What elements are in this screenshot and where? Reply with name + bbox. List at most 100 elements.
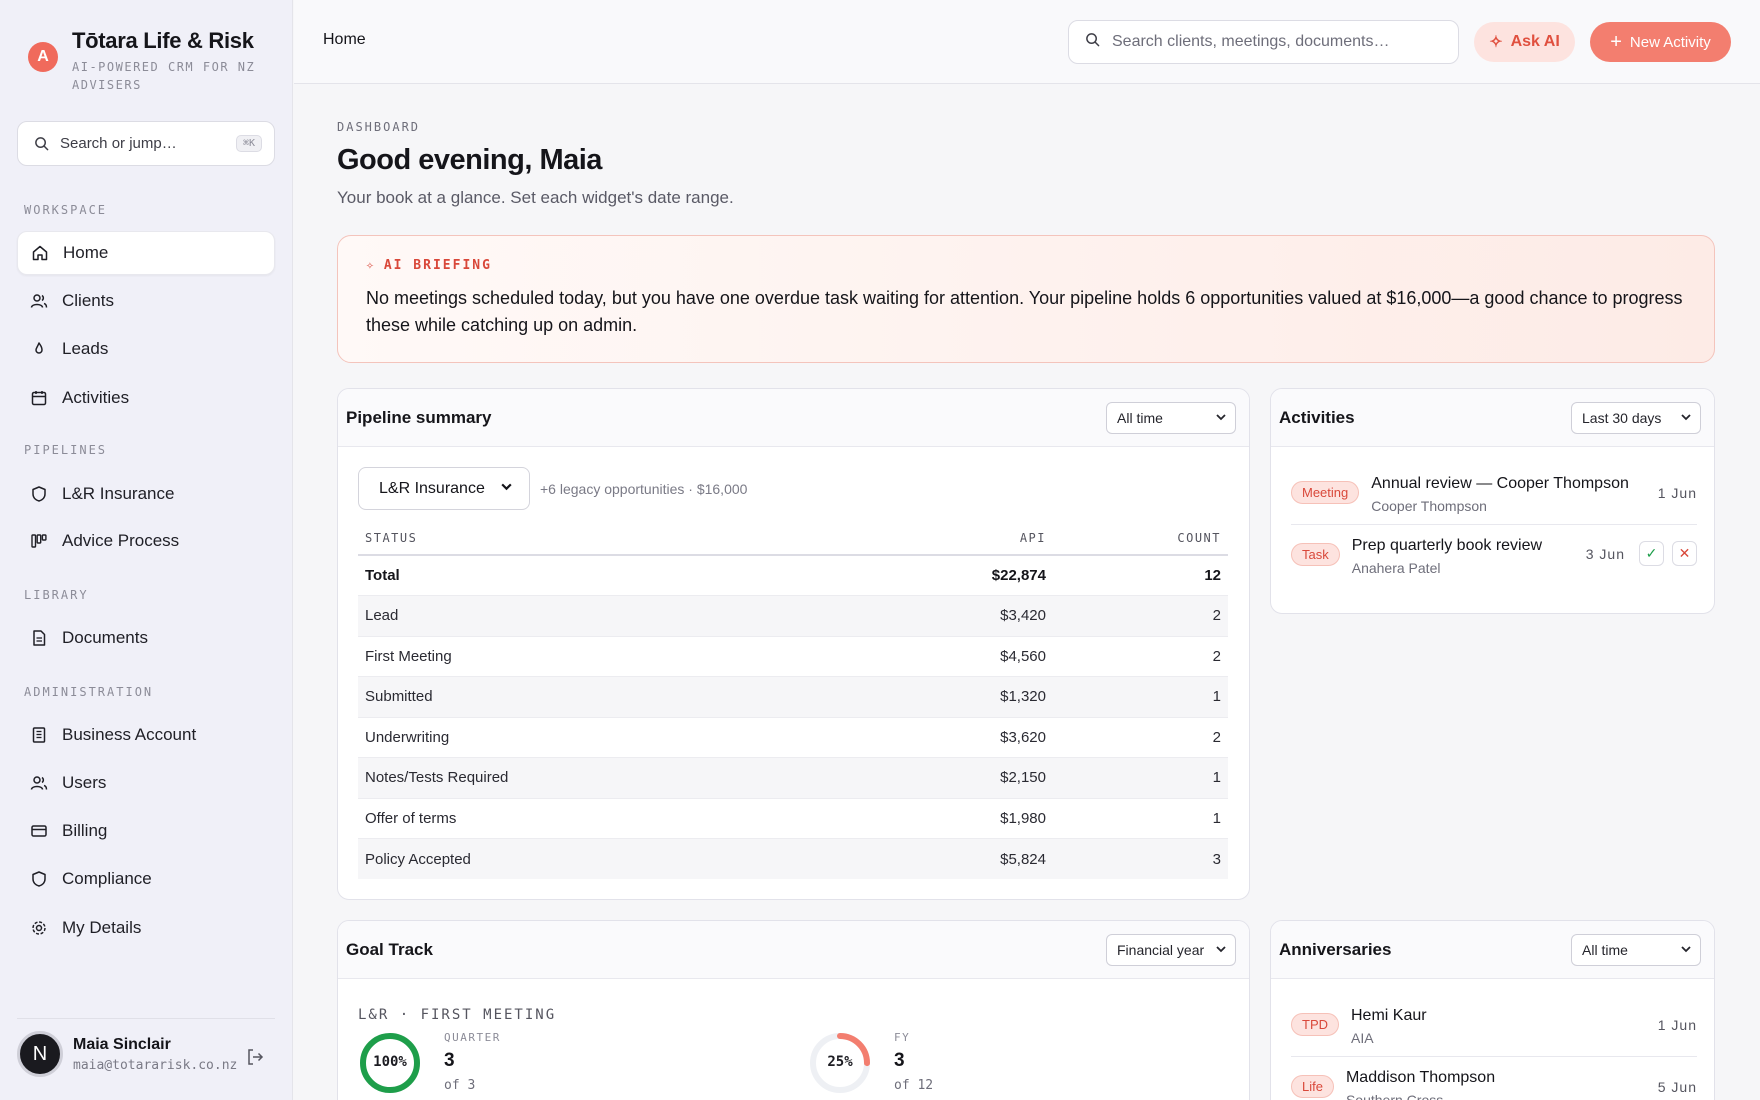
sidebar-item-home[interactable]: Home — [17, 231, 275, 275]
table-row[interactable]: Submitted $1,320 1 — [358, 676, 1228, 718]
sidebar-item-clients[interactable]: Clients — [17, 279, 275, 323]
activities-range-select[interactable]: Last 30 days — [1571, 401, 1701, 434]
cell-api: $5,824 — [842, 838, 1053, 879]
global-search-placeholder: Search clients, meetings, documents… — [1112, 33, 1390, 50]
activity-item[interactable]: Meeting Annual review — Cooper Thompson … — [1291, 475, 1697, 525]
global-search[interactable]: Search clients, meetings, documents… — [1068, 20, 1459, 64]
cell-count: 12 — [1053, 555, 1228, 596]
close-icon: ✕ — [1678, 545, 1691, 561]
cell-status: Policy Accepted — [358, 838, 843, 879]
cell-count: 1 — [1053, 676, 1228, 718]
complete-button[interactable]: ✓ — [1639, 541, 1664, 566]
anniversary-item[interactable]: TPD Hemi Kaur AIA 1 Jun — [1291, 1007, 1697, 1057]
goal-fy: 25% FY 3 of 12 — [808, 1031, 933, 1095]
users-icon — [30, 292, 48, 310]
activity-item[interactable]: Task Prep quarterly book review Anahera … — [1291, 537, 1697, 587]
sidebar-item-my-details[interactable]: My Details — [17, 906, 275, 950]
quarter-key: QUARTER — [444, 1031, 501, 1044]
pipeline-range-select[interactable]: All time — [1106, 401, 1236, 434]
sidebar-item-users[interactable]: Users — [17, 761, 275, 805]
activity-actions: 3 Jun ✓ ✕ — [1586, 541, 1697, 566]
table-row[interactable]: Policy Accepted $5,824 3 — [358, 838, 1228, 879]
select-value: L&R Insurance — [379, 479, 485, 497]
sidebar-item-label: Advice Process — [62, 531, 180, 550]
logout-icon[interactable] — [245, 1047, 265, 1072]
activity-client: Cooper Thompson — [1371, 498, 1487, 514]
fy-target: of 12 — [894, 1078, 934, 1093]
anniversary-item[interactable]: Life Maddison Thompson Southern Cross 5 … — [1291, 1069, 1697, 1100]
cell-count: 2 — [1053, 595, 1228, 637]
table-row[interactable]: Total $22,874 12 — [358, 555, 1228, 596]
cell-api: $3,420 — [842, 595, 1053, 637]
goal-track-card: Goal Track Financial year L&R · FIRST ME… — [337, 920, 1250, 1100]
search-icon — [32, 135, 50, 153]
cell-api: $3,620 — [842, 717, 1053, 758]
cell-status: Lead — [358, 595, 843, 637]
quarter-value: 3 — [444, 1050, 455, 1071]
sidebar-item-business-account[interactable]: Business Account — [17, 713, 275, 757]
anniversary-date: 1 Jun — [1657, 1017, 1697, 1033]
sidebar-item-label: Users — [62, 773, 107, 792]
building-icon — [30, 726, 48, 744]
user-email: maia@totararisk.co.nz — [73, 1057, 238, 1073]
goal-range-select[interactable]: Financial year — [1106, 933, 1236, 966]
chevron-down-icon — [1215, 942, 1227, 958]
gear-icon — [30, 919, 48, 937]
anniversary-provider: AIA — [1351, 1030, 1374, 1046]
table-row[interactable]: Lead $3,420 2 — [358, 595, 1228, 637]
table-row[interactable]: First Meeting $4,560 2 — [358, 636, 1228, 677]
anniversaries-range-select[interactable]: All time — [1571, 933, 1701, 966]
dismiss-button[interactable]: ✕ — [1672, 541, 1697, 566]
sidebar-item-label: Compliance — [62, 869, 152, 888]
policy-type-badge: TPD — [1291, 1013, 1339, 1036]
sidebar-item-label: Leads — [62, 339, 109, 358]
sidebar-item-label: Activities — [62, 388, 130, 407]
pipeline-table: STATUS API COUNT Total $22,874 12 Lead $… — [358, 521, 1228, 879]
flame-icon — [30, 340, 48, 358]
brand: A Tōtara Life & Risk AI-POWERED CRM FOR … — [28, 28, 262, 94]
sidebar-item-leads[interactable]: Leads — [17, 327, 275, 371]
sidebar-item-label: Documents — [62, 628, 148, 647]
goal-label: L&R · FIRST MEETING — [358, 1007, 557, 1023]
cell-api: $2,150 — [842, 757, 1053, 799]
plus-icon: + — [1610, 31, 1622, 53]
select-value: Last 30 days — [1582, 409, 1662, 426]
breadcrumb[interactable]: Home — [323, 31, 366, 49]
new-activity-button[interactable]: + New Activity — [1590, 22, 1731, 62]
users-icon — [30, 774, 48, 792]
sidebar-item-billing[interactable]: Billing — [17, 809, 275, 853]
table-row[interactable]: Underwriting $3,620 2 — [358, 717, 1228, 758]
sidebar-item-activities[interactable]: Activities — [17, 376, 275, 420]
column-header-status: STATUS — [358, 521, 843, 556]
sidebar-item-compliance[interactable]: Compliance — [17, 857, 275, 901]
table-row[interactable]: Offer of terms $1,980 1 — [358, 798, 1228, 839]
anniversaries-card: Anniversaries All time TPD Hemi Kaur AIA… — [1270, 920, 1715, 1100]
activity-date: 3 Jun — [1585, 545, 1625, 562]
sidebar-item-lr-insurance[interactable]: L&R Insurance — [17, 472, 275, 516]
avatar: N — [17, 1031, 63, 1077]
ask-ai-button[interactable]: ✧ Ask AI — [1474, 22, 1575, 62]
activity-title: Annual review — Cooper Thompson — [1371, 475, 1629, 492]
cell-status: Offer of terms — [358, 798, 843, 839]
cell-api: $4,560 — [842, 636, 1053, 677]
policy-type-badge: Life — [1291, 1075, 1334, 1098]
quarter-target: of 3 — [444, 1078, 476, 1093]
sidebar-item-documents[interactable]: Documents — [17, 616, 275, 660]
sidebar-item-advice-process[interactable]: Advice Process — [17, 519, 275, 563]
table-row[interactable]: Notes/Tests Required $2,150 1 — [358, 757, 1228, 799]
goal-quarter: 100% QUARTER 3 of 3 — [358, 1031, 501, 1095]
activity-title: Prep quarterly book review — [1351, 537, 1543, 554]
sparkle-icon: ✧ — [366, 258, 376, 273]
sidebar-search[interactable]: Search or jump… ⌘K — [17, 121, 275, 166]
select-value: Financial year — [1117, 941, 1205, 958]
cell-count: 2 — [1053, 636, 1228, 677]
ai-briefing-label: ✧ AI BRIEFING — [366, 258, 1686, 273]
pipeline-filter-select[interactable]: L&R Insurance — [358, 467, 530, 510]
new-activity-label: New Activity — [1629, 33, 1711, 51]
card-header: Activities Last 30 days — [1271, 389, 1714, 447]
cell-status: Total — [358, 555, 843, 596]
section-label-workspace: WORKSPACE — [24, 203, 108, 217]
user-profile[interactable]: N Maia Sinclair maia@totararisk.co.nz — [17, 1018, 275, 1077]
card-title: Activities — [1279, 407, 1355, 427]
card-header: Pipeline summary All time — [338, 389, 1249, 447]
